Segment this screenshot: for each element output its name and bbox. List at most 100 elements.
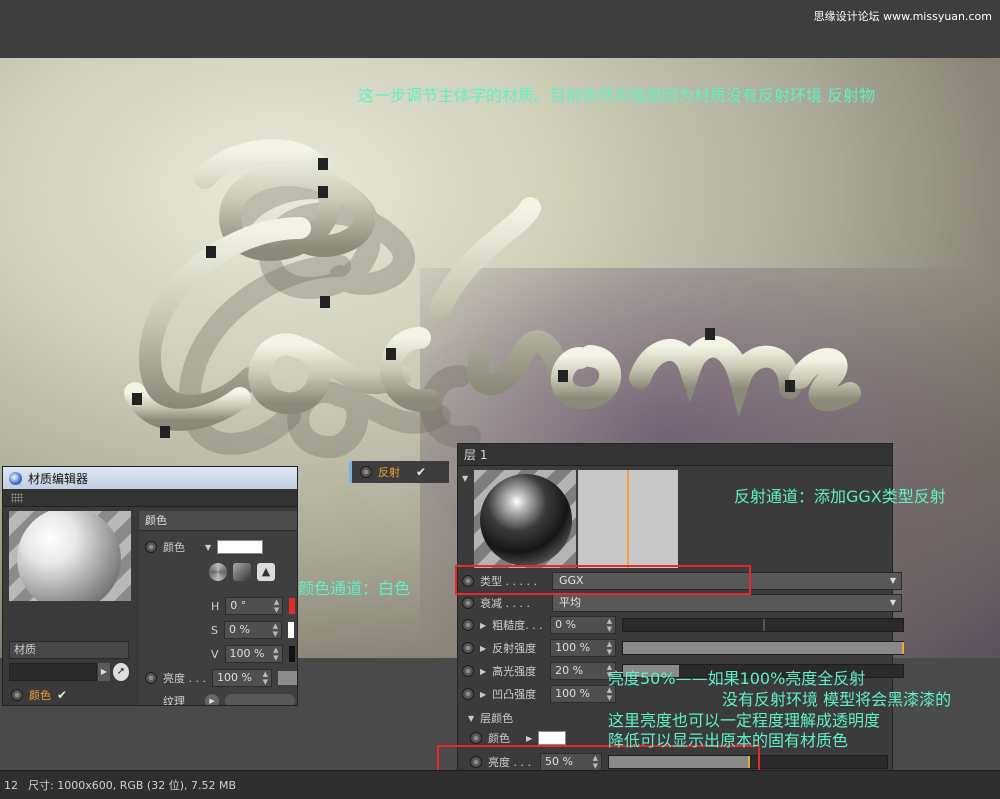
brightness-value: 100 % — [216, 671, 252, 684]
reflect-strength-row: ▶ 反射强度 100 % ▲ ▼ — [462, 639, 905, 657]
checkmark-icon[interactable]: ✔ — [57, 688, 67, 702]
color-swatch[interactable] — [217, 540, 264, 554]
layer-preview-sphere — [480, 474, 572, 566]
bump-strength-row: ▶ 凹凸强度 100 % ▲ ▼ — [462, 685, 617, 703]
layer-color-label: 颜色 — [488, 732, 510, 745]
radio-icon[interactable] — [462, 597, 474, 609]
material-editor-panel: 材质编辑器 材质 ▶ ➚ 颜色 ✔ 颜色 颜色 ▼ ▲ H 0 ° ▲ ▼ S … — [2, 466, 298, 706]
material-link-field[interactable] — [9, 663, 97, 681]
h-row: H 0 ° ▲ ▼ — [211, 597, 296, 615]
material-arrow-button[interactable]: ▶ — [98, 663, 110, 681]
material-editor-toolbar — [3, 489, 297, 507]
roughness-label: 粗糙度. . . — [492, 619, 543, 632]
radio-icon[interactable] — [462, 665, 474, 677]
layer-title: 层 1 — [458, 444, 892, 466]
collapse-triangle-icon[interactable]: ▼ — [468, 714, 474, 723]
material-editor-title: 材质编辑器 — [28, 471, 89, 486]
status-bar: 12 尺寸: 1000x600, RGB (32 位), 7.52 MB — [0, 770, 1000, 799]
s-slider-indicator[interactable] — [287, 622, 294, 638]
expand-triangle-icon[interactable]: ▶ — [480, 644, 486, 653]
attenuation-value: 平均 — [559, 596, 581, 609]
layer-color-header[interactable]: ▼ 层颜色 — [468, 710, 513, 726]
dropdown-chevron-icon: ▼ — [889, 576, 896, 585]
bump-strength-label: 凹凸强度 — [492, 688, 537, 701]
v-field[interactable]: 100 % ▲ ▼ — [224, 645, 283, 663]
radio-icon[interactable] — [462, 619, 474, 631]
v-label: V — [211, 647, 219, 661]
attenuation-dropdown[interactable]: 平均 ▼ — [552, 594, 902, 612]
top-strip: 思缘设计论坛 www.missyuan.com — [0, 0, 1000, 58]
roughness-field[interactable]: 0 % ▲ ▼ — [550, 616, 617, 634]
reflect-strength-field[interactable]: 100 % ▲ ▼ — [550, 639, 617, 657]
reflectance-label: 反射 — [378, 466, 400, 479]
checkmark-icon[interactable]: ✔ — [416, 465, 426, 479]
radio-icon[interactable] — [462, 642, 474, 654]
roughness-slider[interactable] — [622, 618, 905, 632]
brightness-field[interactable]: 100 % ▲ ▼ — [211, 669, 272, 687]
layer-color-swatch[interactable] — [538, 731, 567, 745]
attenuation-label: 衰减 . . . . — [480, 597, 530, 610]
annotation-color-channel: 颜色通道：白色 — [298, 579, 411, 598]
layer-color-row: 颜色 ▶ — [470, 730, 567, 746]
image-picker-icon[interactable]: ▲ — [257, 563, 275, 581]
material-preview-sphere — [17, 511, 121, 601]
expand-triangle-icon[interactable]: ▶ — [480, 621, 486, 630]
brightness-label: 亮度 . . . — [163, 672, 206, 685]
layer-preview[interactable] — [474, 470, 576, 568]
radio-icon[interactable] — [145, 672, 157, 684]
status-info: 尺寸: 1000x600, RGB (32 位), 7.52 MB — [28, 779, 237, 792]
annotation-top: 这一步调节主体字的材质。目前依然灰暗是因为材质没有反射环境 反射物 — [358, 86, 876, 105]
bump-strength-field[interactable]: 100 % ▲ ▼ — [550, 685, 617, 703]
radio-icon[interactable] — [145, 541, 157, 553]
collapse-triangle-icon[interactable]: ▼ — [462, 474, 468, 483]
specular-strength-field[interactable]: 20 % ▲ ▼ — [550, 662, 617, 680]
grip-icon[interactable] — [11, 492, 23, 503]
h-field[interactable]: 0 ° ▲ ▼ — [225, 597, 284, 615]
color-spectrum-icon[interactable] — [233, 563, 251, 581]
material-name-field[interactable]: 材质 — [9, 641, 129, 659]
material-preview[interactable] — [9, 511, 131, 601]
s-row: S 0 % ▲ ▼ — [211, 621, 294, 639]
texture-row: 纹理 ▶ — [163, 693, 295, 705]
s-label: S — [211, 623, 218, 637]
color-label: 颜色 — [163, 541, 185, 554]
annotation-reflect-channel: 反射通道：添加GGX类型反射 — [734, 487, 946, 506]
channel-item-color[interactable]: 颜色 ✔ — [11, 687, 67, 703]
texture-field[interactable] — [225, 694, 295, 705]
radio-icon[interactable] — [11, 689, 23, 701]
watermark: 思缘设计论坛 www.missyuan.com — [813, 10, 992, 23]
v-value: 100 % — [229, 647, 265, 660]
material-editor-title-bar: 材质编辑器 — [3, 467, 297, 489]
radio-icon[interactable] — [360, 466, 372, 478]
color-tools-row: ▲ — [209, 563, 275, 581]
c4d-logo-icon — [9, 471, 22, 485]
h-slider-indicator[interactable] — [289, 598, 296, 614]
expand-triangle-icon[interactable]: ▼ — [205, 543, 211, 552]
roughness-value: 0 % — [555, 618, 577, 631]
specular-strength-value: 20 % — [555, 664, 584, 677]
expand-triangle-icon[interactable]: ▶ — [480, 690, 486, 699]
layer-curve-preview — [578, 470, 678, 568]
texture-menu-button[interactable]: ▶ — [205, 694, 219, 705]
color-row: 颜色 ▼ — [145, 539, 264, 555]
cursor-arrow-icon[interactable]: ➚ — [113, 663, 129, 681]
h-value: 0 ° — [230, 599, 247, 612]
expand-triangle-icon[interactable]: ▶ — [526, 734, 532, 743]
color-wheel-icon[interactable] — [209, 563, 227, 581]
expand-triangle-icon[interactable]: ▶ — [480, 667, 486, 676]
highlight-type-row — [455, 565, 751, 595]
radio-icon[interactable] — [462, 688, 474, 700]
radio-icon[interactable] — [470, 732, 482, 744]
color-attributes: 颜色 颜色 ▼ ▲ H 0 ° ▲ ▼ S 0 % ▲ ▼ V 100 % ▲ ▼ — [139, 511, 297, 705]
color-section-header: 颜色 — [139, 511, 297, 531]
channel-color-label: 颜色 — [29, 689, 51, 702]
s-field[interactable]: 0 % ▲ ▼ — [223, 621, 282, 639]
layer-curve-line — [627, 470, 629, 568]
reflect-strength-label: 反射强度 — [492, 642, 537, 655]
v-slider-indicator[interactable] — [288, 646, 295, 662]
channel-item-reflectance[interactable]: 反射 ✔ — [349, 461, 449, 483]
brightness-slider[interactable] — [277, 671, 297, 685]
status-left-number: 12 — [4, 778, 18, 792]
s-value: 0 % — [228, 623, 250, 636]
reflect-strength-slider[interactable] — [622, 641, 905, 655]
